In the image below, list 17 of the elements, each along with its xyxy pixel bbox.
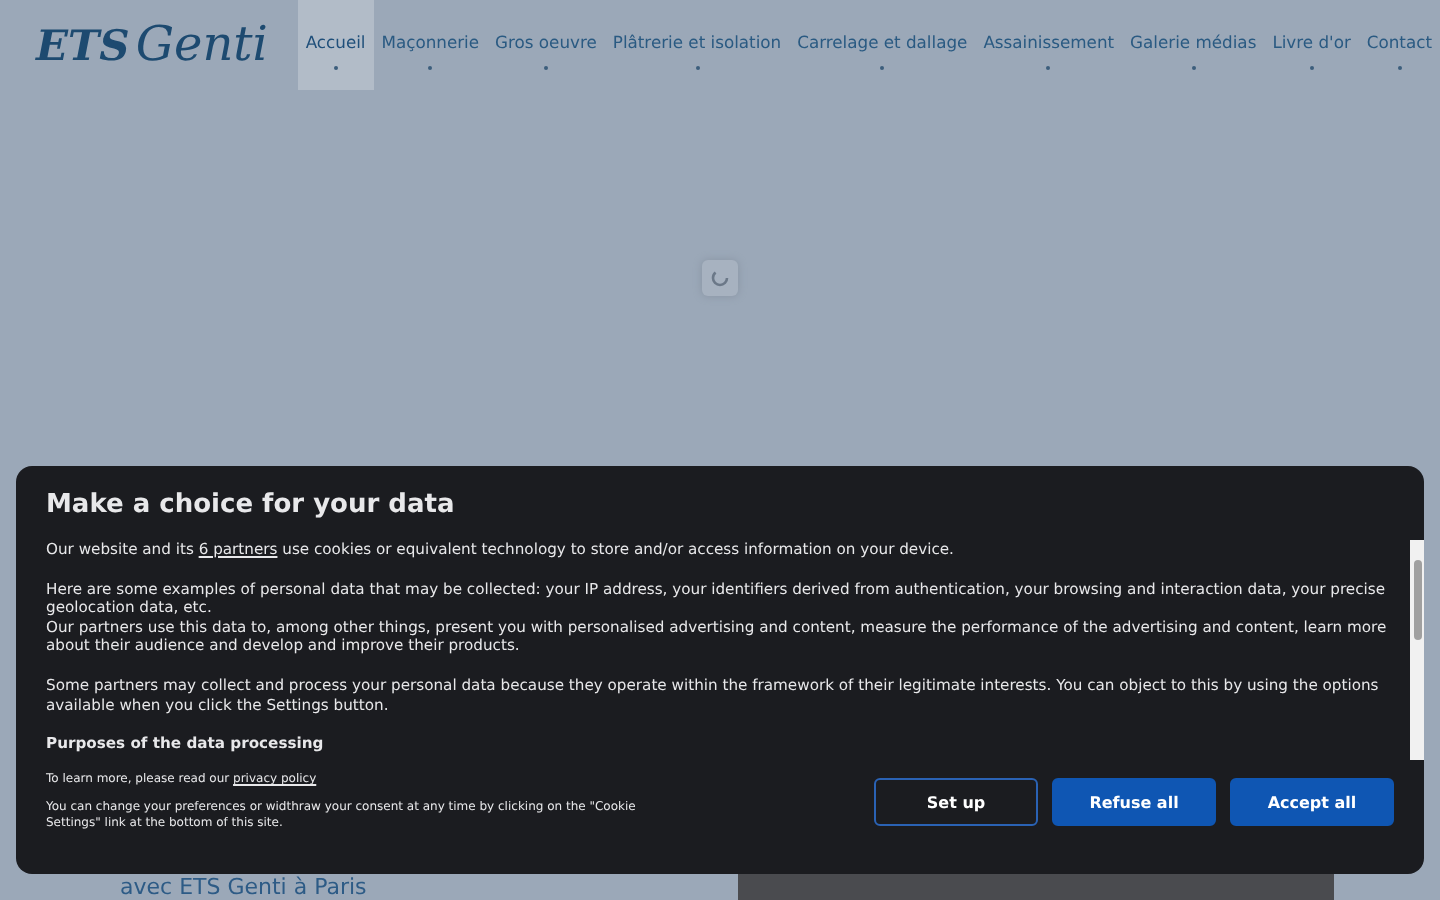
nav-link[interactable]: Galerie médias xyxy=(1122,0,1265,90)
consent-button[interactable]: Set up xyxy=(874,778,1038,826)
consent-button[interactable]: Refuse all xyxy=(1052,778,1216,826)
nav-link[interactable]: Contact xyxy=(1358,0,1440,90)
scrollbar[interactable] xyxy=(1410,540,1424,760)
logo[interactable]: ETS Genti xyxy=(36,0,298,90)
nav-link[interactable]: Carrelage et dallage xyxy=(789,0,976,90)
hero-subtitle: avec ETS Genti à Paris xyxy=(120,874,367,900)
nav-link[interactable]: Assainissement xyxy=(975,0,1123,90)
consent-button[interactable]: Accept all xyxy=(1230,778,1394,826)
nav-link[interactable]: Maçonnerie xyxy=(373,0,488,90)
nav-link[interactable]: Plâtrerie et isolation xyxy=(604,0,790,90)
loading-icon xyxy=(702,260,738,296)
nav-link[interactable]: Livre d'or xyxy=(1264,0,1359,90)
dialog-title: Make a choice for your data xyxy=(46,490,457,520)
nav-link[interactable]: Accueil xyxy=(297,0,374,90)
nav-link[interactable]: Gros oeuvre xyxy=(487,0,605,90)
